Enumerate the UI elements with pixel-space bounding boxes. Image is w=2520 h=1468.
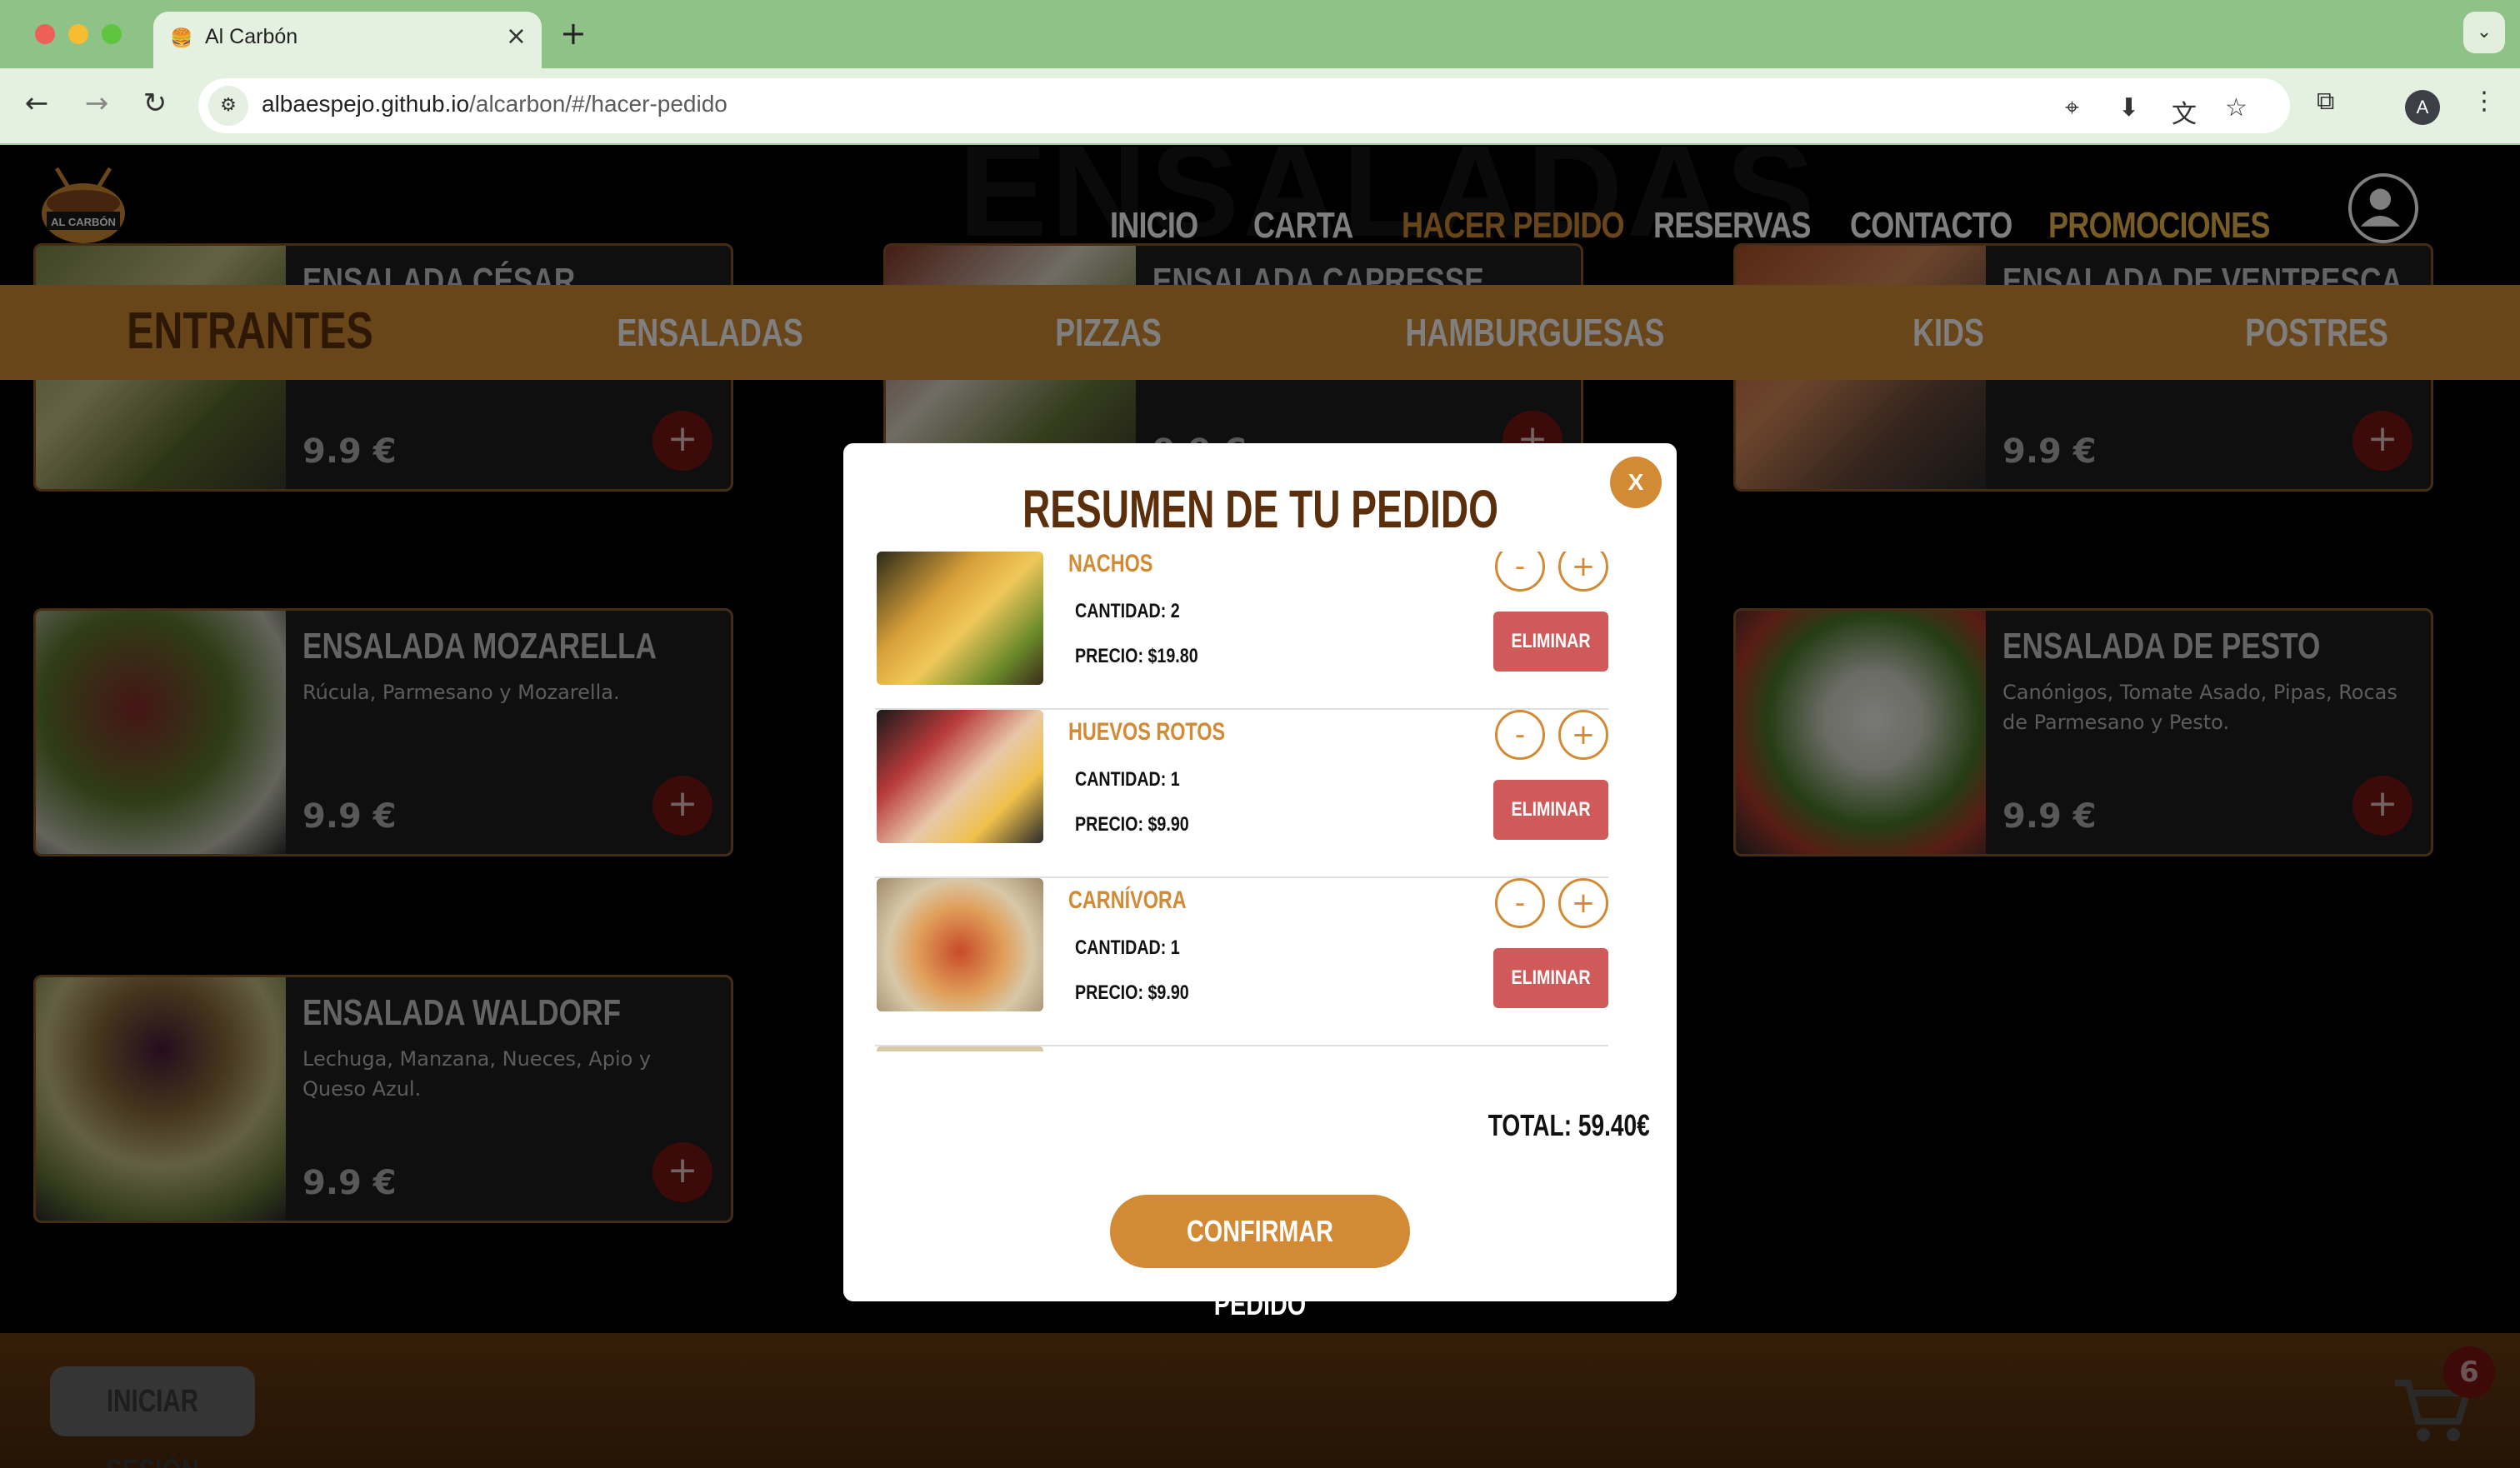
bookmark-star-icon[interactable]: ☆ (2225, 93, 2248, 122)
order-item-partial (875, 1046, 1608, 1051)
browser-tab-bar: 🍔 Al Carbón × + ⌄ (0, 0, 2520, 68)
food-thumbnail (877, 710, 1043, 843)
tab-title: Al Carbón (205, 25, 298, 48)
item-name: NACHOS (1068, 552, 1153, 577)
increase-quantity-button[interactable]: + (1558, 710, 1608, 760)
profile-avatar[interactable]: A (2405, 90, 2440, 125)
item-price: PRECIO: $9.90 (1075, 813, 1189, 836)
reload-icon[interactable]: ↻ (135, 87, 175, 120)
food-thumbnail (877, 1046, 1043, 1051)
increase-quantity-button[interactable]: + (1558, 552, 1608, 592)
minimize-window-button[interactable] (68, 24, 88, 44)
site-info-icon[interactable]: ⚙ (208, 86, 248, 126)
item-price: PRECIO: $19.80 (1075, 645, 1198, 667)
decrease-quantity-button[interactable]: - (1495, 552, 1545, 592)
delete-item-button[interactable]: ELIMINAR (1493, 780, 1608, 840)
install-app-icon[interactable]: ⬇ (2118, 93, 2139, 122)
extensions-icon[interactable]: ⧉ (2317, 87, 2334, 116)
order-list[interactable]: NACHOS CANTIDAD: 2 PRECIO: $19.80 - + EL… (875, 552, 1608, 1051)
item-name: HUEVOS ROTOS (1068, 718, 1226, 746)
back-icon[interactable]: ← (17, 87, 57, 120)
close-tab-icon[interactable]: × (506, 22, 527, 51)
confirm-order-button[interactable]: CONFIRMAR PEDIDO (1110, 1195, 1410, 1321)
forward-icon[interactable]: → (77, 87, 117, 120)
browser-tab[interactable]: 🍔 Al Carbón × (153, 12, 542, 68)
food-thumbnail (877, 552, 1043, 685)
delete-item-button[interactable]: ELIMINAR (1493, 948, 1608, 1008)
item-price: PRECIO: $9.90 (1075, 981, 1189, 1004)
food-thumbnail (877, 878, 1043, 1011)
translate-icon[interactable]: 文 (2172, 93, 2197, 130)
maximize-window-button[interactable] (102, 24, 122, 44)
chevron-down-icon[interactable]: ⌄ (2463, 12, 2505, 53)
order-item: CARNÍVORA CANTIDAD: 1 PRECIO: $9.90 - + … (875, 878, 1608, 1046)
item-quantity: CANTIDAD: 2 (1075, 600, 1180, 622)
order-item: NACHOS CANTIDAD: 2 PRECIO: $19.80 - + EL… (875, 552, 1608, 710)
item-quantity: CANTIDAD: 1 (1075, 936, 1180, 959)
url-text[interactable]: albaespejo.github.io/alcarbon/#/hacer-pe… (262, 91, 728, 117)
delete-item-button[interactable]: ELIMINAR (1493, 612, 1608, 672)
decrease-quantity-button[interactable]: - (1495, 710, 1545, 760)
modal-title: RESUMEN DE TU PEDIDO (1022, 479, 1498, 539)
item-name: CARNÍVORA (1068, 886, 1187, 914)
more-menu-icon[interactable]: ⋮ (2472, 87, 2497, 116)
decrease-quantity-button[interactable]: - (1495, 878, 1545, 928)
order-item: HUEVOS ROTOS CANTIDAD: 1 PRECIO: $9.90 -… (875, 710, 1608, 878)
new-tab-icon[interactable]: + (560, 15, 587, 52)
close-window-button[interactable] (35, 24, 55, 44)
location-icon[interactable]: ⌖ (2065, 93, 2079, 122)
item-quantity: CANTIDAD: 1 (1075, 768, 1180, 791)
address-bar[interactable]: ⚙ albaespejo.github.io/alcarbon/#/hacer-… (198, 78, 2290, 133)
browser-toolbar: ← → ↻ ⚙ albaespejo.github.io/alcarbon/#/… (0, 68, 2520, 145)
order-total: TOTAL: 59.40€ (1488, 1108, 1650, 1142)
increase-quantity-button[interactable]: + (1558, 878, 1608, 928)
favicon-icon: 🍔 (170, 28, 193, 49)
